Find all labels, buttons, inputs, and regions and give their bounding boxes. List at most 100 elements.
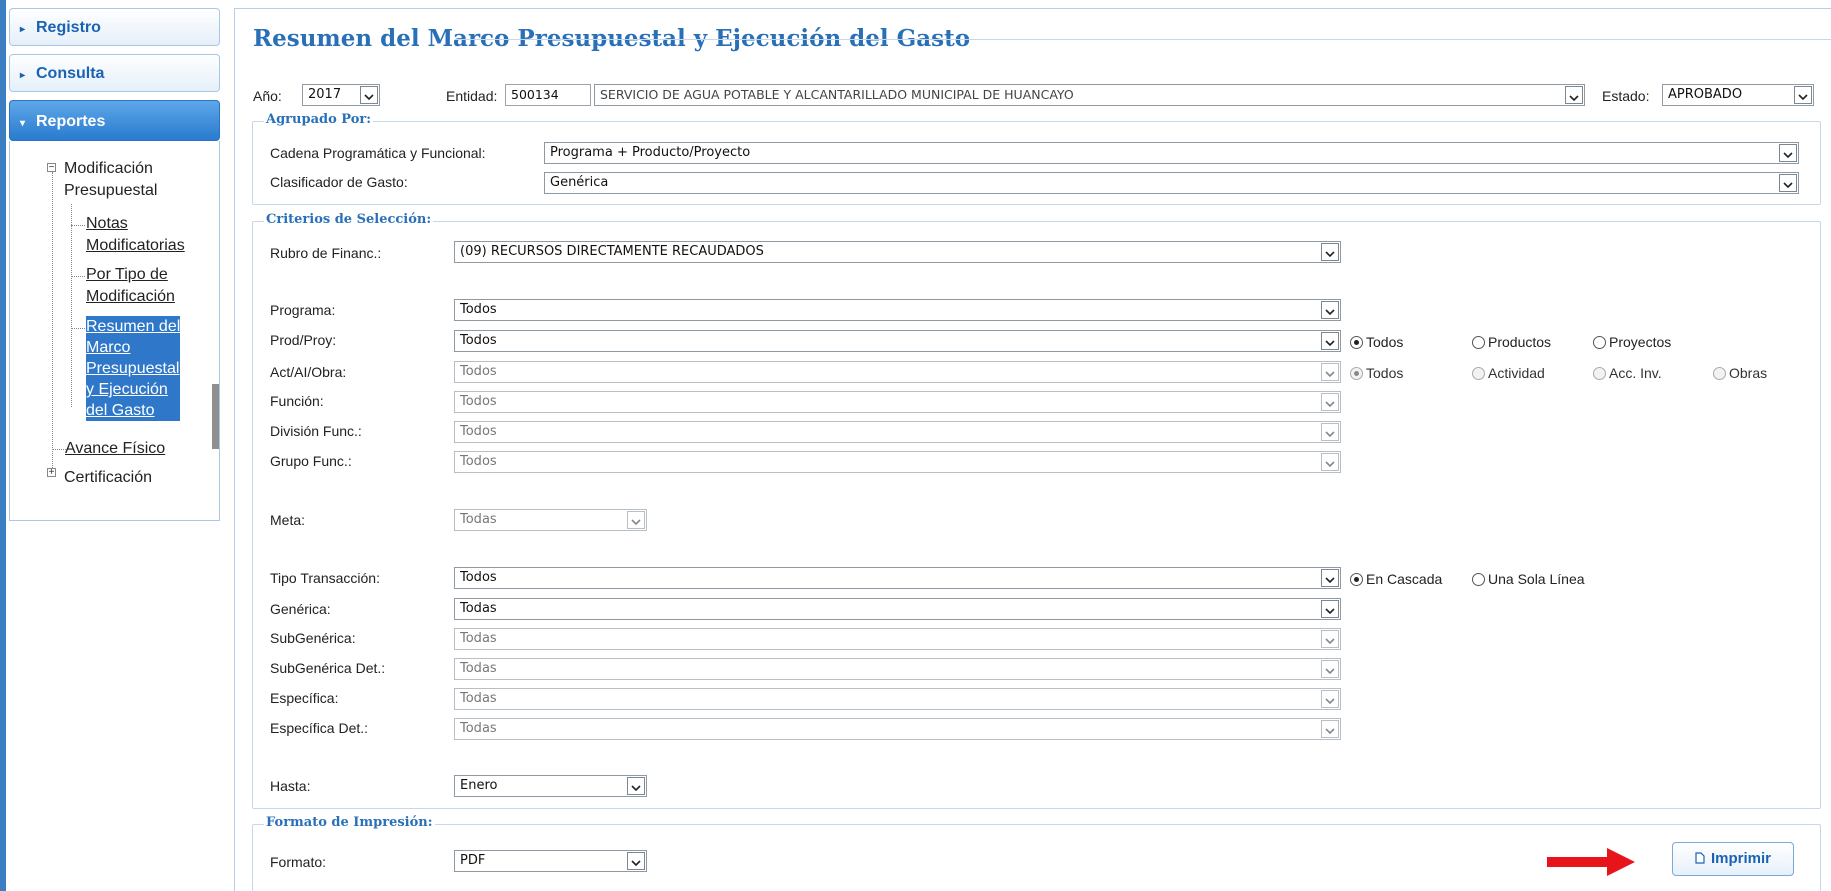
prodproy-label: Prod/Proy: [270, 332, 337, 348]
radio-label: Proyectos [1609, 334, 1672, 350]
select-value: 2017 [308, 87, 342, 102]
select-value: Enero [460, 778, 498, 793]
radio-checked-icon [1350, 573, 1363, 586]
tree-line [71, 276, 85, 277]
select-value: (09) RECURSOS DIRECTAMENTE RECAUDADOS [460, 244, 764, 259]
clasificador-select[interactable]: Genérica [544, 172, 1799, 194]
formato-select[interactable]: PDF [454, 850, 647, 872]
radio-productos[interactable]: Productos [1472, 334, 1551, 350]
tree-node-modificacion-presupuestal[interactable]: Modificación Presupuestal [64, 158, 157, 202]
radio-icon [1472, 336, 1485, 349]
tree-link-avance-fisico[interactable]: Avance Físico [65, 438, 165, 460]
chevron-down-icon [1321, 423, 1339, 441]
radio-checked-icon [1350, 367, 1363, 380]
collapse-icon[interactable]: − [47, 163, 56, 173]
radio-icon [1593, 336, 1606, 349]
tree-label: Modificación [64, 160, 153, 177]
print-button[interactable]: Imprimir [1672, 842, 1794, 876]
entidad-select[interactable]: SERVICIO DE AGUA POTABLE Y ALCANTARILLAD… [594, 84, 1585, 106]
tipo-select[interactable]: Todos [454, 567, 1341, 589]
radio-label: Todos [1366, 365, 1404, 381]
tree-link-notas-modificatorias[interactable]: Notas Modificatorias [86, 213, 185, 257]
radio-icon [1472, 367, 1485, 380]
meta-select[interactable]: Todas [454, 509, 647, 531]
formato-label: Formato: [270, 854, 327, 870]
especifica-det-select[interactable]: Todas [454, 718, 1341, 740]
sidebar-header-reportes[interactable]: ▾ Reportes [9, 100, 220, 141]
subgenerica-label: SubGenérica: [270, 630, 356, 646]
radio-en-cascada[interactable]: En Cascada [1350, 571, 1442, 587]
grupo-select[interactable]: Todos [454, 451, 1341, 473]
subgenerica-select[interactable]: Todas [454, 628, 1341, 650]
radio-label: En Cascada [1366, 571, 1443, 587]
estado-label: Estado: [1602, 88, 1650, 104]
chevron-down-icon [1321, 301, 1339, 319]
chevron-down-icon [1321, 660, 1339, 678]
formato-legend: Formato de Impresión: [264, 815, 435, 830]
prodproy-select[interactable]: Todos [454, 330, 1341, 352]
criterios-legend: Criterios de Selección: [264, 212, 434, 227]
select-value: PDF [460, 853, 486, 868]
tree-link-resumen-marco-presupuestal[interactable]: Resumen del Marco Presupuestal y Ejecuci… [86, 316, 181, 421]
radio-acc-inv[interactable]: Acc. Inv. [1593, 365, 1662, 381]
tree-label: Presupuestal [86, 360, 180, 377]
tree-label: Presupuestal [64, 182, 158, 199]
generica-select[interactable]: Todas [454, 598, 1341, 620]
radio-obras[interactable]: Obras [1713, 365, 1767, 381]
funcion-select[interactable]: Todos [454, 391, 1341, 413]
hasta-select[interactable]: Enero [454, 775, 647, 797]
select-value: APROBADO [1668, 87, 1743, 102]
tree-label: Resumen del [86, 318, 181, 335]
chevron-down-icon [1321, 690, 1339, 708]
programa-select[interactable]: Todos [454, 299, 1341, 321]
select-value: Todas [460, 512, 497, 527]
entidad-label: Entidad: [446, 88, 498, 104]
sidebar-header-consulta[interactable]: ▸ Consulta [9, 54, 220, 92]
radio-una-sola-linea[interactable]: Una Sola Línea [1472, 571, 1585, 587]
act-select[interactable]: Todos [454, 361, 1341, 383]
especifica-label: Específica: [270, 690, 339, 706]
radio-label: Obras [1729, 365, 1768, 381]
radio-actividad[interactable]: Actividad [1472, 365, 1545, 381]
left-frame-border [0, 0, 6, 891]
chevron-down-icon [1321, 332, 1339, 350]
tree-line [52, 449, 66, 450]
subgenerica-det-label: SubGenérica Det.: [270, 660, 386, 676]
chevron-down-icon [1794, 86, 1812, 104]
panel-scrollbar[interactable] [212, 384, 219, 449]
subgenerica-det-select[interactable]: Todas [454, 658, 1341, 680]
tree-link-por-tipo-modificacion[interactable]: Por Tipo de Modificación [86, 264, 175, 308]
estado-select[interactable]: APROBADO [1662, 84, 1814, 106]
select-value: Todos [460, 454, 497, 469]
select-value: Todos [460, 333, 497, 348]
sidebar-header-registro[interactable]: ▸ Registro [9, 8, 220, 46]
chevron-down-icon [627, 852, 645, 870]
anio-select[interactable]: 2017 [302, 84, 380, 106]
expand-icon[interactable]: + [47, 468, 56, 478]
division-select[interactable]: Todos [454, 421, 1341, 443]
act-label: Act/AI/Obra: [270, 364, 347, 380]
rubro-select[interactable]: (09) RECURSOS DIRECTAMENTE RECAUDADOS [454, 241, 1341, 263]
radio-icon [1713, 367, 1726, 380]
document-icon [1695, 844, 1705, 876]
sidebar-header-label: Consulta [36, 65, 105, 82]
entidad-code-input[interactable]: 500134 [505, 84, 591, 106]
radio-icon [1593, 367, 1606, 380]
tree-node-certificacion[interactable]: Certificación [64, 467, 152, 489]
select-value: Programa + Producto/Proyecto [550, 145, 751, 160]
radio-act-todos[interactable]: Todos [1350, 365, 1403, 381]
radio-prod-todos[interactable]: Todos [1350, 334, 1403, 350]
especifica-select[interactable]: Todas [454, 688, 1341, 710]
select-value: Todas [460, 691, 497, 706]
radio-proyectos[interactable]: Proyectos [1593, 334, 1671, 350]
tree-label: Modificatorias [86, 237, 185, 254]
cadena-select[interactable]: Programa + Producto/Proyecto [544, 142, 1799, 164]
radio-label: Productos [1488, 334, 1552, 350]
rubro-label: Rubro de Financ.: [270, 245, 382, 261]
tree-label: Marco [86, 339, 131, 356]
select-value: Genérica [550, 175, 609, 190]
sidebar-header-label: Reportes [36, 113, 106, 130]
chevron-down-icon [1321, 363, 1339, 381]
radio-label: Todos [1366, 334, 1404, 350]
tipo-label: Tipo Transacción: [270, 570, 380, 586]
